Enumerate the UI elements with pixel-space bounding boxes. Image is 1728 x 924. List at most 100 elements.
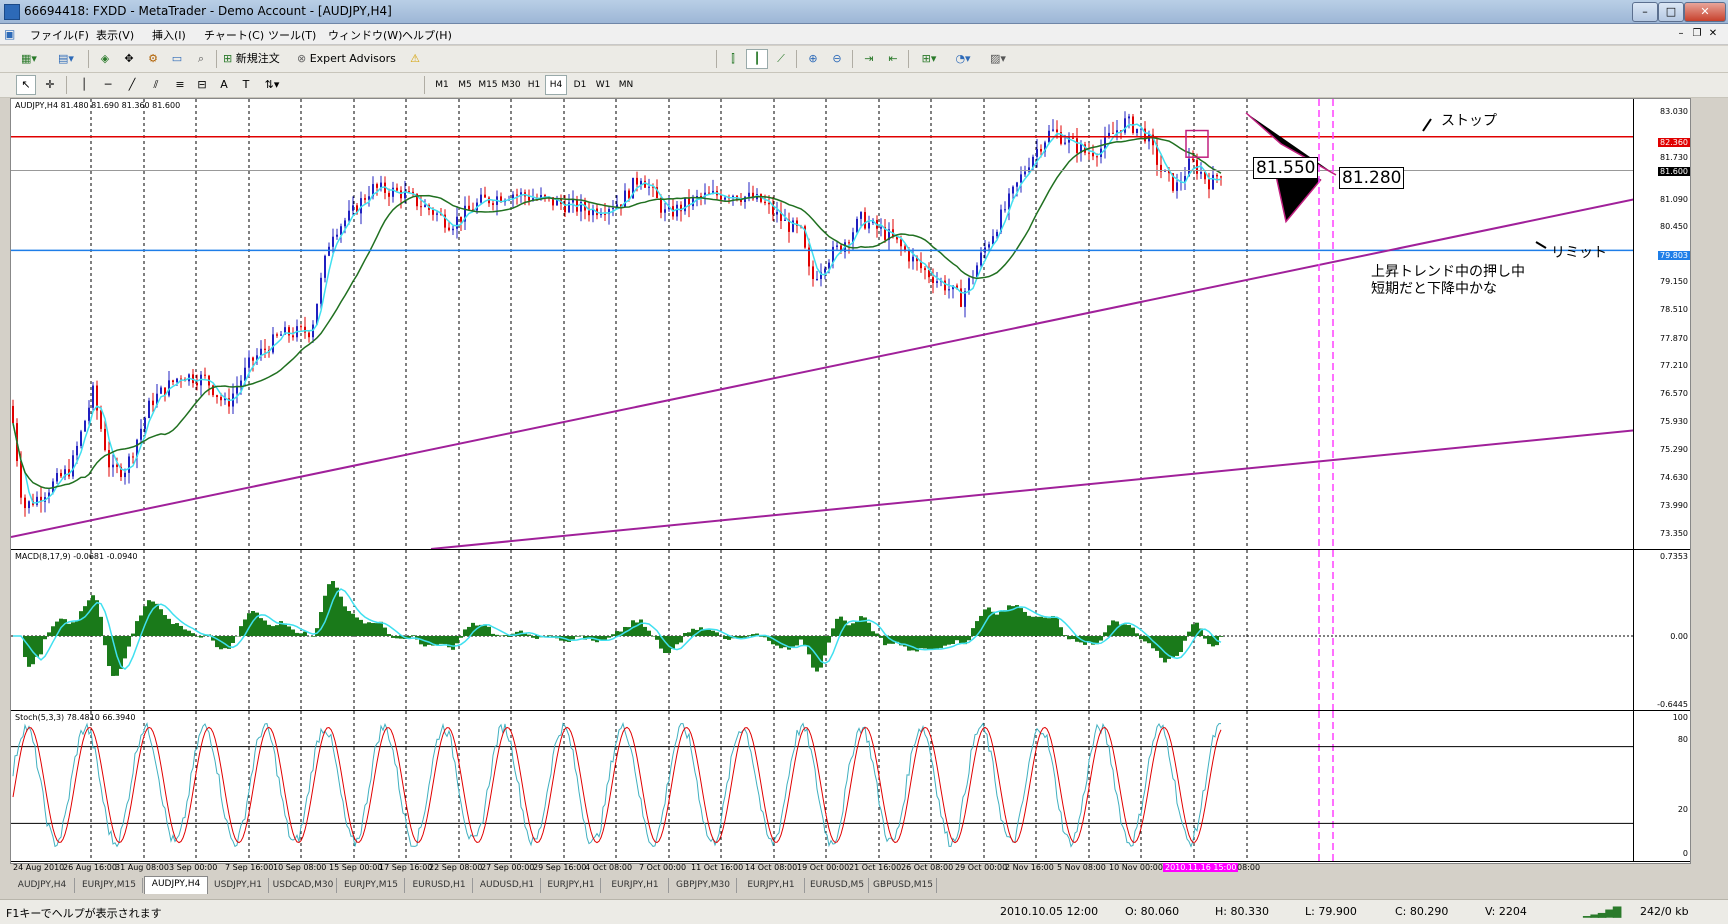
- macd-histogram-bar: [971, 628, 975, 636]
- tf-w1[interactable]: W1: [591, 75, 615, 95]
- chart-tab[interactable]: EURUSD,M5: [806, 878, 869, 893]
- macd-histogram-bar: [387, 634, 391, 636]
- chart-tab[interactable]: EURJPY,H1: [738, 878, 805, 893]
- stoch-pane[interactable]: Stoch(5,3,3) 78.4810 66.3940 100 80 20 0: [11, 711, 1690, 862]
- candle-body: [932, 277, 934, 283]
- text-icon[interactable]: A: [214, 75, 234, 95]
- equidistant-channel-icon[interactable]: ⫽: [146, 75, 166, 95]
- tf-mn[interactable]: MN: [614, 75, 638, 95]
- mdi-close-button[interactable]: ✕: [1706, 27, 1720, 40]
- macd-histogram-bar: [179, 626, 183, 636]
- chart-tab[interactable]: AUDUSD,H1: [474, 878, 541, 893]
- tf-m1[interactable]: M1: [430, 75, 454, 95]
- chart-window[interactable]: AUDJPY,H4 81.480 81.690 81.360 81.600 83…: [10, 98, 1691, 864]
- menu-chart[interactable]: チャート(C): [204, 27, 264, 43]
- price-label: 74.630: [1660, 473, 1688, 482]
- templates-icon[interactable]: ▨▾: [982, 49, 1014, 69]
- chart-tab[interactable]: USDCAD,M30: [270, 878, 337, 893]
- chart-tab[interactable]: EURJPY,H1: [602, 878, 669, 893]
- macd-histogram-bar: [1011, 606, 1015, 636]
- price-box-81280[interactable]: 81.280: [1339, 167, 1404, 189]
- chart-tab[interactable]: GBPUSD,M15: [870, 878, 937, 893]
- gann-icon[interactable]: ⊟: [192, 75, 212, 95]
- macd-histogram-bar: [51, 626, 55, 636]
- symbol-header: AUDJPY,H4 81.480 81.690 81.360 81.600: [15, 101, 180, 110]
- price-box-81550[interactable]: 81.550: [1253, 157, 1318, 179]
- tf-h1[interactable]: H1: [522, 75, 546, 95]
- horizontal-line-icon[interactable]: ─: [98, 75, 118, 95]
- line-chart-icon[interactable]: ⟋: [770, 49, 792, 69]
- fibonacci-icon[interactable]: ≡: [170, 75, 190, 95]
- expert-advisors-button[interactable]: ⊗ Expert Advisors: [296, 49, 418, 69]
- macd-histogram-bar: [931, 636, 935, 650]
- chart-tab[interactable]: EURJPY,H1: [542, 878, 601, 893]
- tf-h4[interactable]: H4: [545, 75, 567, 95]
- auto-scroll-icon[interactable]: ⇥: [858, 49, 880, 69]
- status-open: O: 80.060: [1125, 905, 1179, 918]
- data-window-icon[interactable]: ✥: [118, 49, 140, 69]
- navigator-icon[interactable]: ⚙: [142, 49, 164, 69]
- menu-view[interactable]: 表示(V): [96, 27, 134, 43]
- market-watch-icon[interactable]: ◈: [94, 49, 116, 69]
- tf-m5[interactable]: M5: [453, 75, 477, 95]
- new-order-button[interactable]: ⊞ 新規注文: [222, 49, 294, 69]
- candlestick-icon[interactable]: ┃: [746, 49, 768, 69]
- chart-shift-icon[interactable]: ⇤: [882, 49, 904, 69]
- menu-insert[interactable]: 挿入(I): [152, 27, 186, 43]
- price-pane[interactable]: AUDJPY,H4 81.480 81.690 81.360 81.600 83…: [11, 99, 1690, 550]
- candle-body: [1036, 149, 1038, 157]
- macd-histogram-bar: [155, 604, 159, 636]
- minimize-button[interactable]: –: [1632, 2, 1658, 22]
- menu-help[interactable]: ヘルプ(H): [402, 27, 452, 43]
- arrows-icon[interactable]: ⇅▾: [258, 75, 286, 95]
- terminal-icon[interactable]: ▭: [166, 49, 188, 69]
- chart-tab[interactable]: EURUSD,H1: [406, 878, 473, 893]
- profiles-icon[interactable]: ▤▾: [50, 49, 82, 69]
- candle-body: [1216, 175, 1218, 177]
- candle-body: [396, 188, 398, 191]
- candle-body: [84, 421, 86, 432]
- indicators-icon[interactable]: ⊞▾: [914, 49, 944, 69]
- macd-pane[interactable]: MACD(8,17,9) -0.0681 -0.0940 0.7353 0.00…: [11, 550, 1690, 711]
- tf-d1[interactable]: D1: [568, 75, 592, 95]
- periods-icon[interactable]: ◔▾: [948, 49, 978, 69]
- bar-chart-icon[interactable]: ⫿: [722, 49, 744, 69]
- macd-plot[interactable]: [11, 550, 1634, 710]
- chart-tab[interactable]: EURJPY,M15: [338, 878, 405, 893]
- stoch-plot[interactable]: [11, 711, 1634, 861]
- maximize-button[interactable]: □: [1658, 2, 1684, 22]
- mdi-restore-button[interactable]: ❐: [1690, 27, 1704, 40]
- candle-body: [684, 198, 686, 211]
- text-label-icon[interactable]: T: [236, 75, 256, 95]
- menu-file[interactable]: ファイル(F): [30, 27, 89, 43]
- time-label: 21 Oct 16:00: [849, 863, 901, 872]
- zoom-out-icon[interactable]: ⊖: [826, 49, 848, 69]
- warning-icon[interactable]: ⚠: [404, 49, 426, 69]
- macd-histogram-bar: [47, 632, 51, 636]
- zoom-in-icon[interactable]: ⊕: [802, 49, 824, 69]
- macd-histogram-bar: [275, 625, 279, 636]
- mdi-minimize-button[interactable]: –: [1674, 27, 1688, 40]
- chart-tab[interactable]: AUDJPY,H4: [144, 876, 208, 894]
- macd-histogram-bar: [879, 636, 883, 638]
- new-chart-icon[interactable]: ▦▾: [14, 49, 44, 69]
- chart-tab[interactable]: EURJPY,M15: [76, 878, 143, 893]
- chart-tab[interactable]: AUDJPY,H4: [10, 878, 75, 893]
- menu-window[interactable]: ウィンドウ(W): [328, 27, 402, 43]
- tf-m30[interactable]: M30: [499, 75, 523, 95]
- cursor-icon[interactable]: ↖: [16, 75, 36, 95]
- macd-histogram-bar: [267, 625, 271, 636]
- trendline-icon[interactable]: ╱: [122, 75, 142, 95]
- chart-tab[interactable]: GBPJPY,M30: [670, 878, 737, 893]
- vertical-line-icon[interactable]: │: [76, 75, 92, 95]
- chart-tab[interactable]: USDJPY,H1: [208, 878, 269, 893]
- menu-tools[interactable]: ツール(T): [268, 27, 316, 43]
- close-button[interactable]: ✕: [1684, 2, 1726, 22]
- time-label: 08:00: [1237, 863, 1260, 872]
- candle-body: [948, 289, 950, 290]
- macd-histogram-bar: [1031, 617, 1035, 636]
- strategy-tester-icon[interactable]: ⌕: [190, 49, 212, 69]
- price-label: 83.030: [1660, 107, 1688, 116]
- tf-m15[interactable]: M15: [476, 75, 500, 95]
- crosshair-icon[interactable]: ✛: [40, 75, 60, 95]
